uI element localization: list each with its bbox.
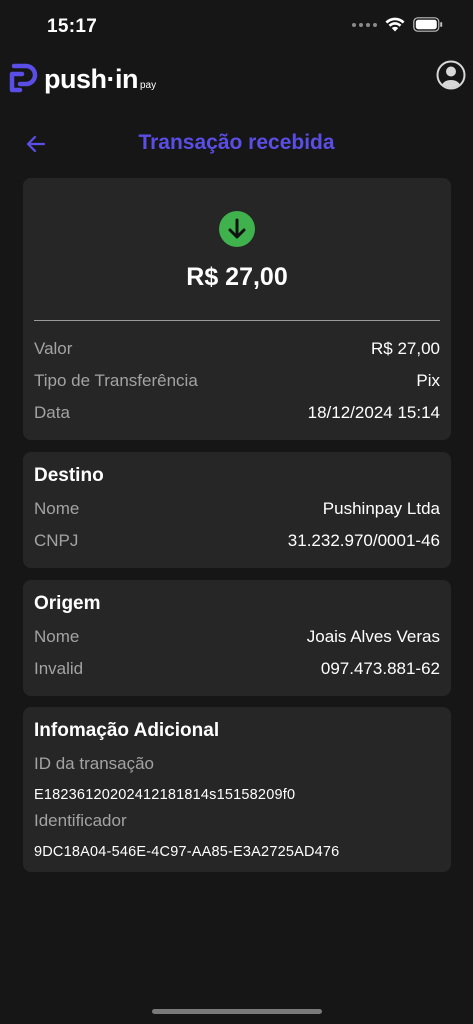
detail-label: CNPJ (34, 531, 79, 550)
detail-label: Valor (34, 339, 73, 358)
detail-value: Pix (416, 371, 440, 390)
destino-row-cnpj: CNPJ 31.232.970/0001-46 (34, 531, 440, 551)
additional-info-card: Infomação Adicional ID da transação E182… (23, 707, 451, 872)
identifier-value: 9DC18A04-546E-4C97-AA85-E3A2725AD476 (34, 844, 340, 860)
received-status-badge (219, 211, 255, 247)
logo-text: push·in (44, 64, 138, 94)
detail-label: Nome (34, 499, 80, 518)
detail-label: Nome (34, 627, 80, 646)
amount: R$ 27,00 (186, 263, 288, 291)
status-icons (352, 17, 443, 32)
divider (34, 320, 440, 321)
page-title: Transação recebida (138, 131, 335, 154)
transaction-id-label: ID da transação (34, 754, 155, 773)
battery-icon (413, 17, 443, 32)
detail-row-data: Data 18/12/2024 15:14 (34, 403, 440, 423)
signal-icon (352, 22, 377, 27)
info-heading: Infomação Adicional (34, 720, 220, 741)
destino-row-nome: Nome Pushinpay Ltda (34, 499, 440, 519)
detail-value: Joais Alves Veras (306, 627, 440, 646)
title-row: Transação recebida (0, 128, 473, 160)
status-bar: 15:17 (0, 0, 473, 54)
detail-value: 31.232.970/0001-46 (287, 531, 440, 550)
origem-card: Origem Nome Joais Alves Veras Invalid 09… (23, 580, 451, 696)
profile-icon (436, 60, 466, 90)
logo-mark-icon (9, 63, 38, 93)
wifi-icon (385, 17, 405, 32)
summary-card: R$ 27,00 Valor R$ 27,00 Tipo de Transfer… (23, 178, 451, 440)
destino-card: Destino Nome Pushinpay Ltda CNPJ 31.232.… (23, 452, 451, 568)
detail-label: Tipo de Transferência (34, 371, 198, 390)
screen: 15:17 push·in pay Transação recebida R$ … (0, 0, 473, 1024)
origem-row-document: Invalid 097.473.881-62 (34, 659, 440, 679)
detail-label: Data (34, 403, 70, 422)
profile-button[interactable] (436, 60, 466, 90)
transaction-id-value: E18236120202412181814s15158209f0 (34, 787, 296, 803)
origem-row-nome: Nome Joais Alves Veras (34, 627, 440, 647)
detail-value: 18/12/2024 15:14 (307, 403, 440, 422)
identifier-label: Identificador (34, 811, 127, 830)
detail-row-tipo: Tipo de Transferência Pix (34, 371, 440, 391)
arrow-down-icon (228, 218, 246, 239)
detail-value: 097.473.881-62 (320, 659, 440, 678)
logo-sub: pay (139, 80, 157, 91)
detail-row-valor: Valor R$ 27,00 (34, 339, 440, 359)
home-indicator[interactable] (152, 1009, 322, 1014)
detail-label: Invalid (34, 659, 84, 678)
status-time: 15:17 (47, 16, 98, 37)
detail-value: R$ 27,00 (371, 339, 440, 358)
destino-heading: Destino (34, 465, 104, 486)
origem-heading: Origem (34, 593, 101, 614)
logo: push·in pay (8, 60, 156, 94)
detail-value: Pushinpay Ltda (322, 499, 440, 518)
app-header: push·in pay (0, 56, 473, 102)
